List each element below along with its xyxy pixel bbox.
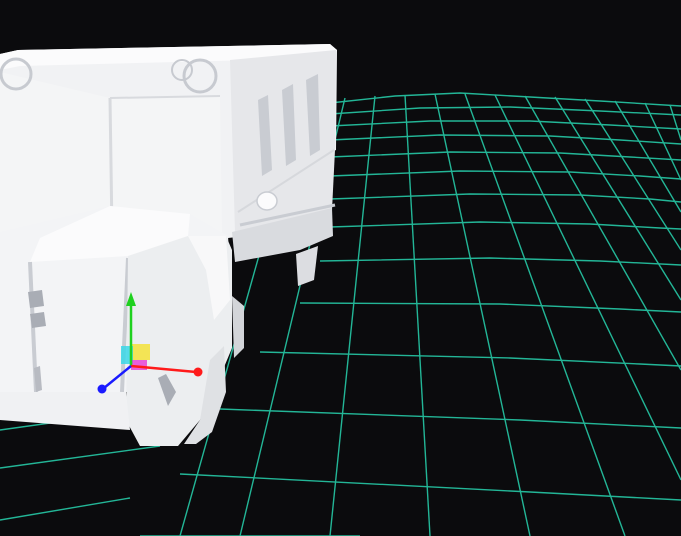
3d-viewport[interactable] xyxy=(0,0,681,536)
z-axis-end[interactable] xyxy=(97,384,107,394)
xy-plane-handle[interactable] xyxy=(132,344,150,360)
viewport-canvas[interactable] xyxy=(0,0,681,536)
x-axis-end[interactable] xyxy=(193,367,203,377)
